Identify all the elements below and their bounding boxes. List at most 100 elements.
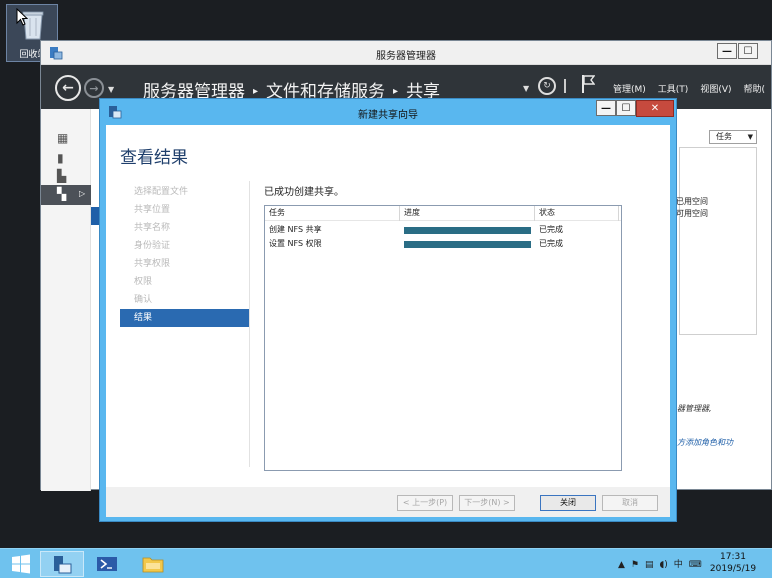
maximize-button[interactable]: ☐	[738, 43, 758, 59]
column-header-status[interactable]: 状态	[535, 206, 619, 221]
folder-icon	[142, 557, 164, 573]
step-item: 共享权限	[134, 259, 171, 269]
history-dropdown-icon[interactable]: ▼	[108, 85, 114, 94]
minimize-icon: —	[722, 45, 732, 57]
volume-icon[interactable]: ◖)	[660, 560, 668, 570]
table-row[interactable]: 创建 NFS 共享 已完成	[265, 223, 621, 237]
wizard-maximize-button[interactable]: ☐	[616, 100, 636, 116]
minimize-icon: —	[601, 102, 611, 114]
new-share-wizard: 新建共享向导 — ☐ ✕ 查看结果 选择配置文件 共享位置 共享名称 身份验证 …	[99, 98, 677, 522]
header-menu: 管理(M) 工具(T) 视图(V) 帮助(	[613, 82, 772, 95]
close-button[interactable]: 关闭	[540, 495, 596, 511]
network-icon[interactable]: ▤	[645, 560, 654, 570]
keyboard-icon[interactable]: ⌨	[689, 560, 702, 570]
ime-indicator[interactable]: 中	[674, 560, 683, 570]
taskbar-file-explorer[interactable]	[132, 551, 176, 577]
table-row[interactable]: 设置 NFS 权限 已完成	[265, 237, 621, 251]
address-dropdown-icon[interactable]: ▼	[523, 84, 529, 93]
results-table: 任务 进度 状态 创建 NFS 共享 已完成 设置 NFS 权限 已完成	[264, 205, 622, 471]
step-item-active[interactable]: 结果	[120, 309, 250, 327]
windows-logo-icon	[12, 554, 30, 574]
all-servers-icon: ▙	[57, 169, 67, 183]
file-storage-icon: ▚	[57, 187, 67, 201]
expand-arrow-icon: ▷	[79, 189, 86, 198]
wizard-title: 新建共享向导	[358, 110, 418, 121]
breadcrumb-separator-icon: ▸	[393, 86, 399, 97]
selected-subitem-marker	[91, 207, 99, 225]
status-cell: 已完成	[539, 239, 563, 248]
clock[interactable]: 17:31 2019/5/19	[702, 551, 764, 575]
server-manager-titlebar[interactable]: 服务器管理器 — ☐	[41, 41, 771, 65]
progress-bar	[404, 241, 531, 248]
forward-arrow-icon: →	[89, 81, 99, 95]
menu-view[interactable]: 视图(V)	[700, 85, 731, 95]
sidebar-item-file-storage[interactable]: ▚ ▷	[41, 185, 91, 205]
powershell-icon	[97, 557, 117, 571]
wizard-body: 查看结果 选择配置文件 共享位置 共享名称 身份验证 共享权限 权限 确认 结果…	[106, 125, 670, 487]
taskbar-powershell[interactable]	[86, 551, 130, 577]
status-cell: 已完成	[539, 225, 563, 234]
breadcrumb-separator-icon: ▸	[253, 86, 259, 97]
steps-divider	[249, 181, 250, 467]
start-button[interactable]	[0, 551, 44, 577]
column-header-task[interactable]: 任务	[265, 206, 400, 221]
cancel-button[interactable]: 取消	[602, 495, 658, 511]
step-item: 权限	[134, 277, 153, 287]
previous-button[interactable]: < 上一步(P)	[397, 495, 453, 511]
maximize-icon: ☐	[621, 102, 631, 114]
chevron-down-icon: ▼	[747, 133, 753, 141]
step-item: 选择配置文件	[134, 187, 189, 197]
task-cell: 设置 NFS 权限	[269, 239, 322, 248]
action-center-icon[interactable]: ⚑	[631, 560, 639, 570]
server-manager-right-pane: 任务 ▼ 已用空间 可用空间 器管理器, 方添加角色和功	[676, 125, 772, 491]
menu-manage[interactable]: 管理(M)	[613, 85, 646, 95]
add-roles-link[interactable]: 方添加角色和功	[677, 437, 733, 448]
minimize-button[interactable]: —	[717, 43, 737, 59]
header-divider	[564, 79, 566, 93]
system-tray: ▲ ⚑ ▤ ◖) 中 ⌨	[618, 557, 708, 570]
mouse-cursor-icon	[16, 8, 28, 26]
notifications-flag-icon[interactable]	[581, 74, 595, 94]
dashboard-icon: ▦	[57, 131, 69, 145]
sidebar-item-dashboard[interactable]: ▦	[49, 131, 89, 147]
right-pane-text: 器管理器,	[677, 404, 712, 413]
server-manager-sidebar: ▦ ▮ ▙ ▚ ▷	[41, 109, 91, 491]
progress-fill	[404, 227, 531, 234]
menu-tools[interactable]: 工具(T)	[658, 85, 689, 95]
column-header-progress[interactable]: 进度	[400, 206, 535, 221]
free-space-label: 可用空间	[676, 209, 708, 218]
menu-help[interactable]: 帮助(	[744, 85, 766, 95]
server-manager-icon	[54, 556, 72, 574]
clock-time: 17:31	[720, 552, 746, 562]
wizard-close-button[interactable]: ✕	[636, 100, 674, 117]
task-cell: 创建 NFS 共享	[269, 225, 322, 234]
progress-fill	[404, 241, 531, 248]
wizard-titlebar[interactable]: 新建共享向导 — ☐ ✕	[100, 99, 676, 125]
wizard-minimize-button[interactable]: —	[596, 100, 616, 116]
step-item: 身份验证	[134, 241, 171, 251]
taskbar: ▲ ⚑ ▤ ◖) 中 ⌨ 17:31 2019/5/19	[0, 548, 772, 578]
forward-button[interactable]: →	[84, 78, 104, 98]
status-message: 已成功创建共享。	[264, 187, 344, 198]
step-item: 确认	[134, 295, 153, 305]
clock-date: 2019/5/19	[709, 564, 757, 574]
back-button[interactable]: ←	[55, 75, 81, 101]
page-title: 查看结果	[120, 148, 188, 168]
step-item: 共享名称	[134, 223, 171, 233]
server-manager-title: 服务器管理器	[376, 51, 436, 62]
step-item: 共享位置	[134, 205, 171, 215]
tasks-dropdown[interactable]: 任务 ▼	[709, 130, 757, 144]
taskbar-server-manager[interactable]	[40, 551, 84, 577]
tasks-dropdown-label: 任务	[716, 132, 732, 141]
wizard-steps: 选择配置文件 共享位置 共享名称 身份验证 共享权限 权限 确认 结果	[120, 183, 250, 327]
close-icon: ✕	[650, 103, 660, 114]
volume-panel: 已用空间 可用空间	[676, 147, 757, 335]
maximize-icon: ☐	[743, 45, 753, 57]
sidebar-item-all-servers[interactable]: ▙	[49, 169, 89, 185]
sidebar-item-local-server[interactable]: ▮	[49, 151, 89, 167]
wizard-footer: < 上一步(P) 下一步(N) > 关闭 取消	[106, 487, 670, 517]
used-space-label: 已用空间	[676, 197, 708, 206]
next-button[interactable]: 下一步(N) >	[459, 495, 515, 511]
show-hidden-icons-icon[interactable]: ▲	[618, 560, 625, 570]
refresh-button[interactable]: ↻	[538, 77, 556, 95]
